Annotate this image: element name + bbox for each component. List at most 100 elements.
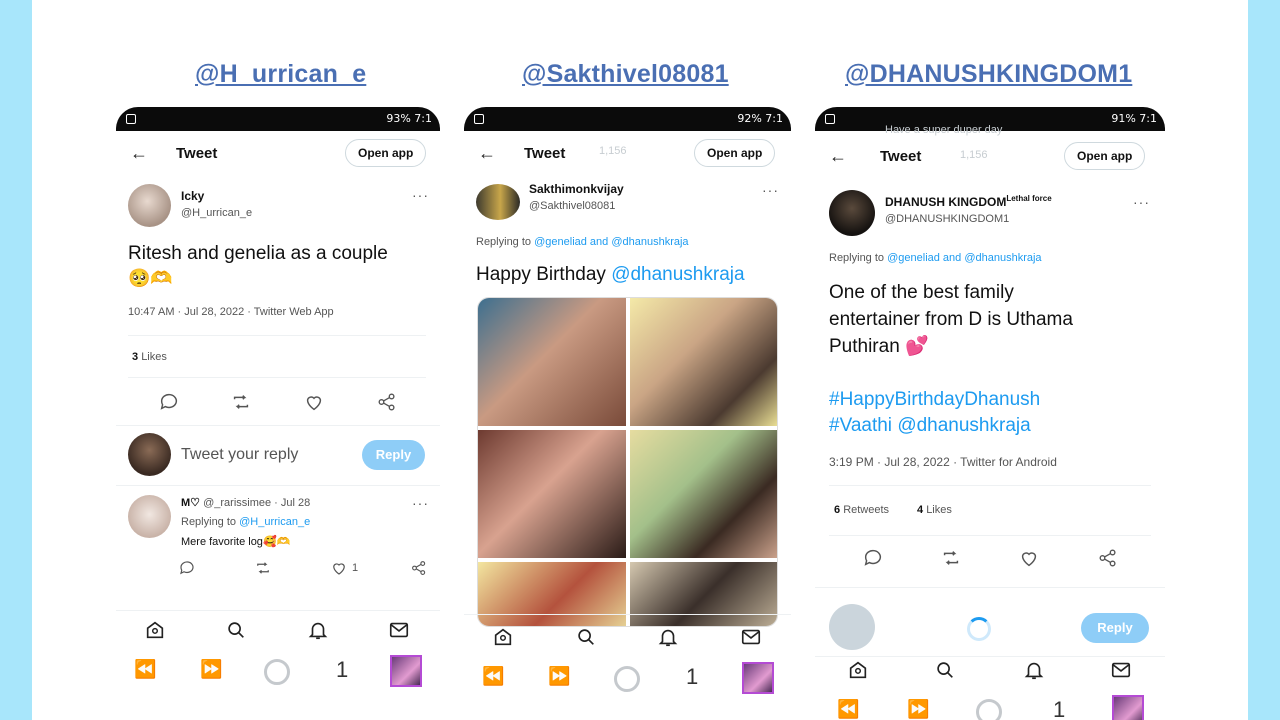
notifications-icon[interactable] bbox=[307, 619, 329, 641]
author-handle[interactable]: @Sakthivel08081 bbox=[529, 200, 615, 212]
divider bbox=[116, 485, 440, 486]
reply-icon[interactable] bbox=[158, 391, 180, 413]
reply-more-icon[interactable]: ··· bbox=[412, 495, 429, 511]
share-icon[interactable] bbox=[376, 391, 398, 413]
open-app-button[interactable]: Open app bbox=[345, 139, 427, 167]
home-circle-icon[interactable] bbox=[976, 699, 1002, 720]
tweet-timestamp[interactable]: 10:47 AM · Jul 28, 2022 · Twitter Web Ap… bbox=[128, 306, 334, 318]
reply-button[interactable]: Reply bbox=[1081, 613, 1149, 643]
reply-input[interactable]: Tweet your reply bbox=[181, 446, 298, 464]
top-bar: ← Tweet 1,156 Open app bbox=[464, 133, 791, 173]
photo-collage[interactable] bbox=[477, 297, 778, 627]
more-options-icon[interactable]: ··· bbox=[1133, 194, 1150, 210]
divider bbox=[829, 485, 1151, 486]
search-icon[interactable] bbox=[934, 659, 956, 681]
retweet-icon[interactable] bbox=[254, 559, 272, 577]
home-circle-icon[interactable] bbox=[614, 666, 640, 692]
retweets-stat[interactable]: 6 Retweets bbox=[834, 504, 889, 516]
back-nav-icon[interactable]: ⏪ bbox=[482, 666, 504, 687]
replying-to: Replying to @geneliad and @dhanushkraja bbox=[829, 252, 1042, 264]
hashtag-link-2[interactable]: #Vaathi bbox=[829, 415, 892, 436]
back-nav-icon[interactable]: ⏪ bbox=[134, 659, 156, 680]
home-circle-icon[interactable] bbox=[264, 659, 290, 685]
retweets-label: Retweets bbox=[843, 504, 890, 516]
reply-button[interactable]: Reply bbox=[362, 440, 425, 470]
replying-to-handle[interactable]: @H_urrican_e bbox=[239, 516, 310, 528]
avatar[interactable] bbox=[829, 190, 875, 236]
tab-count[interactable]: 1 bbox=[686, 664, 698, 690]
profile-thumbnail[interactable] bbox=[742, 662, 774, 694]
retweet-icon[interactable] bbox=[230, 391, 252, 413]
reply-icon[interactable] bbox=[178, 559, 196, 577]
back-nav-icon[interactable]: ⏪ bbox=[837, 699, 859, 720]
mention-link[interactable]: @dhanushkraja bbox=[611, 264, 744, 285]
search-icon[interactable] bbox=[575, 626, 597, 648]
notifications-icon[interactable] bbox=[657, 626, 679, 648]
open-app-button[interactable]: Open app bbox=[1064, 142, 1146, 170]
hashtag-link[interactable]: #HappyBirthdayDhanush bbox=[829, 386, 1040, 413]
photo-1[interactable] bbox=[478, 298, 626, 426]
page-title: Tweet bbox=[524, 145, 566, 162]
back-arrow-icon[interactable]: ← bbox=[130, 143, 148, 164]
replying-to: Replying to @geneliad and @dhanushkraja bbox=[476, 236, 689, 248]
profile-thumbnail[interactable] bbox=[1112, 695, 1144, 720]
share-icon[interactable] bbox=[410, 559, 428, 577]
messages-icon[interactable] bbox=[1110, 659, 1132, 681]
more-options-icon[interactable]: ··· bbox=[412, 187, 429, 203]
status-text: 93% 7:1 bbox=[386, 112, 432, 125]
bottom-nav bbox=[815, 659, 1165, 687]
my-avatar-placeholder[interactable] bbox=[829, 604, 875, 650]
profile-thumbnail[interactable] bbox=[390, 655, 422, 687]
reply-avatar[interactable] bbox=[128, 495, 171, 538]
tab-count[interactable]: 1 bbox=[336, 657, 348, 683]
top-bar: ← Tweet 1,156 Open app bbox=[815, 136, 1165, 176]
divider bbox=[116, 610, 440, 611]
back-arrow-icon[interactable]: ← bbox=[829, 146, 847, 167]
likes-stat[interactable]: 3 Likes bbox=[132, 351, 167, 363]
likes-stat[interactable]: 4 Likes bbox=[917, 504, 952, 516]
author-name-line[interactable]: DHANUSH KINGDOMLethal force bbox=[885, 194, 1052, 209]
reply-icon[interactable] bbox=[862, 547, 884, 569]
more-options-icon[interactable]: ··· bbox=[762, 182, 779, 198]
forward-nav-icon[interactable]: ⏩ bbox=[907, 699, 929, 720]
home-icon[interactable] bbox=[492, 626, 514, 648]
replying-to-handles[interactable]: @geneliad and @dhanushkraja bbox=[534, 236, 688, 248]
like-icon[interactable] bbox=[1018, 547, 1040, 569]
forward-nav-icon[interactable]: ⏩ bbox=[200, 659, 222, 680]
home-icon[interactable] bbox=[144, 619, 166, 641]
messages-icon[interactable] bbox=[388, 619, 410, 641]
author-handle[interactable]: @DHANUSHKINGDOM1 bbox=[885, 213, 1009, 225]
tweet-text-line-2: entertainer from D is Uthama bbox=[829, 309, 1073, 330]
author-handle[interactable]: @H_urrican_e bbox=[181, 207, 252, 219]
avatar[interactable] bbox=[128, 184, 171, 227]
divider bbox=[815, 656, 1165, 657]
tab-count[interactable]: 1 bbox=[1053, 697, 1065, 720]
divider bbox=[128, 335, 426, 336]
share-icon[interactable] bbox=[1097, 547, 1119, 569]
replying-to-handles[interactable]: @geneliad and @dhanushkraja bbox=[887, 252, 1041, 264]
photo-2[interactable] bbox=[629, 298, 777, 426]
photo-3[interactable] bbox=[478, 430, 626, 558]
like-icon[interactable] bbox=[303, 391, 325, 413]
reply-author-name[interactable]: M♡ bbox=[181, 497, 200, 509]
retweet-icon[interactable] bbox=[940, 547, 962, 569]
photo-6[interactable] bbox=[629, 562, 777, 626]
photo-5[interactable] bbox=[478, 562, 626, 626]
home-icon[interactable] bbox=[847, 659, 869, 681]
notifications-icon[interactable] bbox=[1023, 659, 1045, 681]
search-icon[interactable] bbox=[225, 619, 247, 641]
mention-link[interactable]: @dhanushkraja bbox=[897, 415, 1030, 436]
header-handle-3: @DHANUSHKINGDOM1 bbox=[845, 60, 1133, 88]
author-name[interactable]: Icky bbox=[181, 189, 204, 203]
author-name[interactable]: Sakthimonkvijay bbox=[529, 182, 624, 196]
open-app-button[interactable]: Open app bbox=[694, 139, 776, 167]
tweet-timestamp[interactable]: 3:19 PM · Jul 28, 2022 · Twitter for And… bbox=[829, 455, 1057, 469]
forward-nav-icon[interactable]: ⏩ bbox=[548, 666, 570, 687]
messages-icon[interactable] bbox=[740, 626, 762, 648]
photo-4[interactable] bbox=[629, 430, 777, 558]
reply-author-handle[interactable]: @_rarissimee · Jul 28 bbox=[203, 497, 310, 509]
back-arrow-icon[interactable]: ← bbox=[478, 143, 496, 164]
my-avatar[interactable] bbox=[128, 433, 171, 476]
like-icon[interactable] bbox=[330, 559, 348, 577]
avatar[interactable] bbox=[476, 184, 520, 220]
